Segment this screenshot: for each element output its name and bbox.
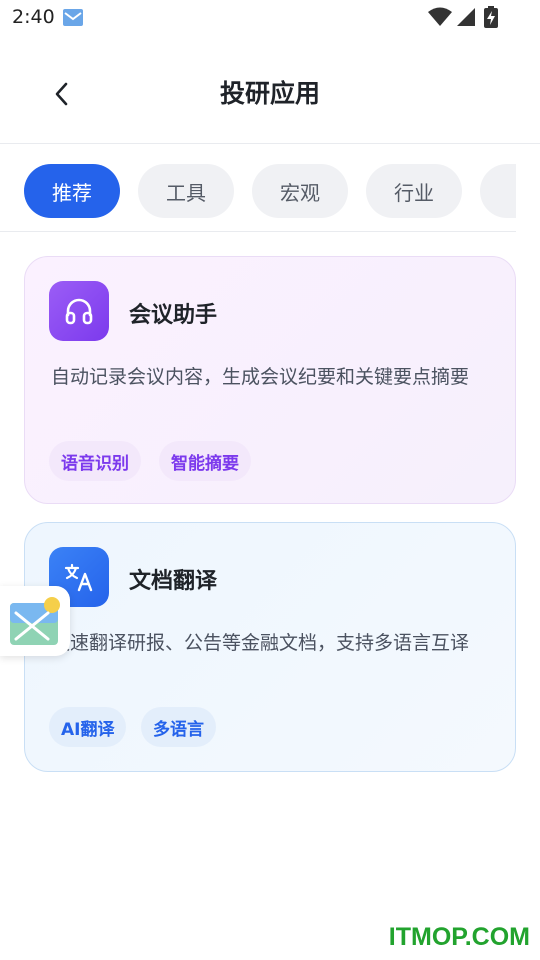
tab-industry[interactable]: 行业	[366, 164, 462, 218]
translate-icon	[64, 563, 93, 592]
meeting-assistant-app-icon	[49, 281, 109, 341]
category-tabs: 推荐 工具 宏观 行业 个	[0, 146, 516, 232]
floating-image-thumbnail[interactable]	[0, 586, 70, 656]
tab-personal[interactable]: 个	[480, 164, 516, 218]
app-card-meeting-assistant[interactable]: 会议助手 自动记录会议内容，生成会议纪要和关键要点摘要 语音识别 智能摘要	[24, 256, 516, 504]
tab-recommended[interactable]: 推荐	[24, 164, 120, 218]
signal-icon	[457, 8, 475, 26]
watermark-logo: ITMOP.COM	[388, 923, 530, 951]
status-time: 2:40	[12, 6, 55, 28]
tag-multilingual: 多语言	[141, 707, 216, 747]
tab-tools[interactable]: 工具	[138, 164, 234, 218]
card-description: 自动记录会议内容，生成会议纪要和关键要点摘要	[51, 366, 470, 388]
tab-macro[interactable]: 宏观	[252, 164, 348, 218]
wifi-icon	[428, 7, 452, 26]
page-title: 投研应用	[219, 79, 320, 108]
image-icon	[10, 597, 60, 645]
battery-charging-icon	[484, 6, 498, 28]
mail-notification-icon	[63, 9, 83, 26]
tag-speech-recognition: 语音识别	[49, 441, 141, 481]
card-description: 快速翻译研报、公告等金融文档，支持多语言互译	[51, 632, 470, 654]
status-bar: 2:40	[0, 0, 540, 36]
tag-ai-translation: AI翻译	[49, 707, 127, 747]
screen: 2:40 投研应用 推荐 工具 宏观 行业 个	[0, 0, 540, 960]
app-header: 投研应用	[0, 52, 540, 144]
card-title: 会议助手	[129, 303, 218, 328]
app-card-document-translation[interactable]: 文档翻译 快速翻译研报、公告等金融文档，支持多语言互译 AI翻译 多语言	[24, 522, 516, 772]
card-title: 文档翻译	[129, 569, 218, 594]
headphones-icon	[65, 298, 93, 325]
tag-smart-summary: 智能摘要	[159, 441, 251, 481]
